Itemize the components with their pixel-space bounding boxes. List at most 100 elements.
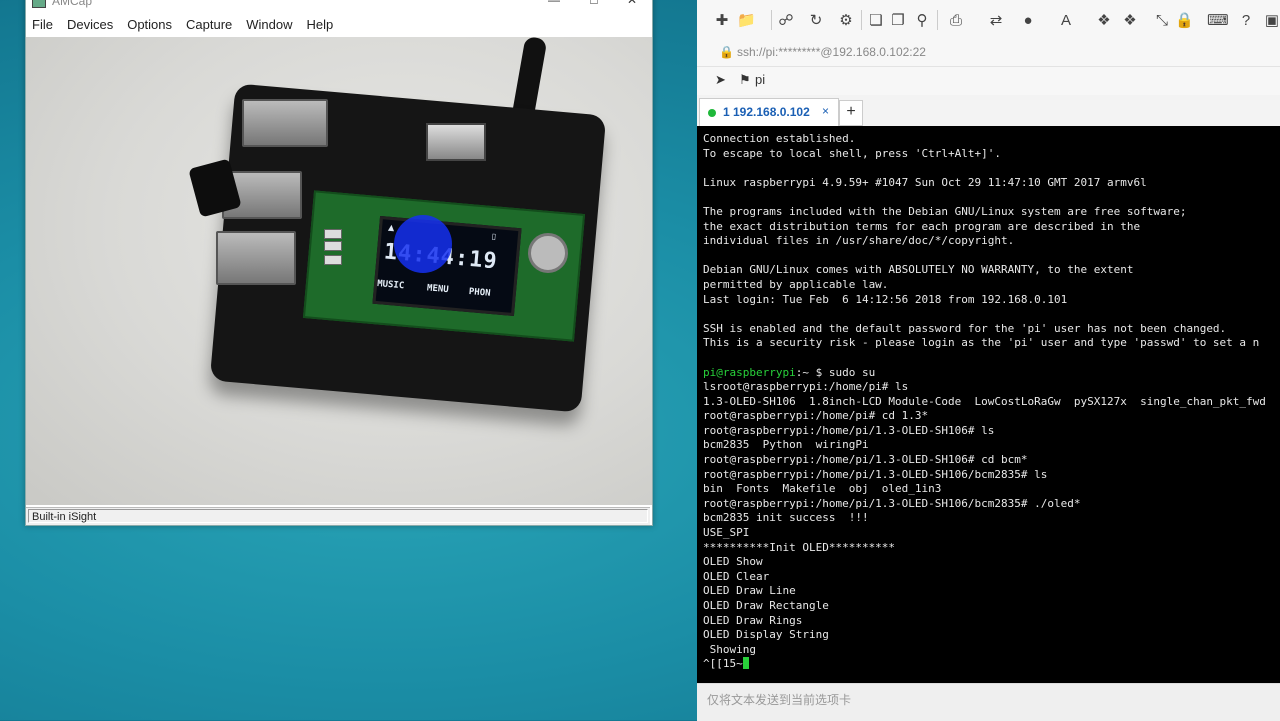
address-text: ssh://pi:*********@192.168.0.102:22 [737, 45, 926, 59]
close-icon[interactable]: ✕ [612, 0, 652, 9]
terminal-line: 1.3-OLED-SH106 1.8inch-LCD Module-Code L… [703, 394, 1266, 408]
tab-close-icon[interactable]: × [822, 104, 829, 118]
terminal-line: root@raspberrypi:/home/pi/1.3-OLED-SH106… [703, 496, 1081, 510]
compose-icon[interactable]: ❖ [1121, 12, 1139, 30]
lock-icon[interactable]: 🔒 [1175, 12, 1194, 30]
toolbar-separator [771, 10, 772, 30]
session-link[interactable]: pi [755, 72, 765, 87]
oled-menu-menu: MENU [426, 283, 450, 296]
terminal-cursor [742, 657, 749, 670]
paste-icon[interactable]: ❐ [889, 12, 907, 30]
menu-help[interactable]: Help [300, 14, 341, 32]
terminal-line: Linux raspberrypi 4.9.59+ #1047 Sun Oct … [703, 175, 1147, 189]
terminal-line: root@raspberrypi:/home/pi/1.3-OLED-SH106… [703, 453, 1028, 467]
address-bar[interactable]: 🔒 ssh://pi:*********@192.168.0.102:22 [697, 40, 1280, 67]
battery-icon: ▯ [491, 231, 497, 242]
terminal-line: To escape to local shell, press 'Ctrl+Al… [703, 146, 1002, 160]
oled-menu-phon: PHON [468, 287, 491, 299]
send-bar [697, 683, 1280, 721]
terminal-line: OLED Show [703, 555, 763, 569]
signal-icon: ▲ [387, 222, 395, 233]
new-tab-button[interactable]: + [839, 100, 863, 126]
hat-button-3 [324, 255, 342, 265]
terminal-line: individual files in /usr/share/doc/*/cop… [703, 234, 1015, 248]
help-icon[interactable]: ? [1237, 12, 1255, 30]
terminal-line: OLED Draw Rings [703, 613, 803, 627]
hat-joystick [528, 233, 568, 273]
terminal-line: root@raspberrypi:/home/pi/1.3-OLED-SH106… [703, 467, 1048, 481]
terminal-line: Last login: Tue Feb 6 14:12:56 2018 from… [703, 292, 1068, 306]
reconnect-icon[interactable]: ↻ [807, 12, 825, 30]
amcap-statusbar: Built-in iSight [26, 507, 650, 525]
keyboard-icon[interactable]: ⌨ [1207, 12, 1229, 30]
terminal-line: lsroot@raspberrypi:/home/pi# ls [703, 380, 909, 394]
terminal-line: bcm2835 init success !!! [703, 511, 869, 525]
amcap-titlebar[interactable]: AMCap — □ ✕ [26, 0, 652, 9]
terminal-line: OLED Draw Rectangle [703, 599, 829, 612]
menu-capture[interactable]: Capture [179, 14, 239, 32]
send-icon[interactable]: ➤ [715, 72, 726, 88]
terminal-line: ^[[15~ [703, 657, 743, 671]
send-text-input[interactable] [705, 690, 1269, 710]
copy-icon[interactable]: ❏ [867, 12, 885, 30]
camera-preview: ▲ ▯ 14:44:19 MUSIC MENU PHON [26, 37, 652, 505]
terminal-line: This is a security risk - please login a… [703, 336, 1260, 350]
tab-label: 1 192.168.0.102 [723, 105, 810, 119]
terminal-line: Debian GNU/Linux comes with ABSOLUTELY N… [703, 263, 1134, 277]
hdmi-port [426, 123, 486, 161]
terminal-line: the exact distribution terms for each pr… [703, 219, 1141, 233]
menu-file[interactable]: File [26, 14, 60, 32]
terminal-line: OLED Clear [703, 569, 770, 583]
amcap-window: AMCap — □ ✕ File Devices Options Capture Win… [25, 0, 653, 526]
menu-devices[interactable]: Devices [60, 14, 120, 32]
window-title: AMCap [52, 0, 93, 8]
terminal-line: Connection established. [703, 132, 856, 145]
oled-menu-music: MUSIC [376, 279, 405, 292]
menu-window[interactable]: Window [239, 14, 299, 32]
terminal-line: OLED Draw Line [703, 584, 796, 598]
terminal-line: permitted by applicable law. [703, 277, 889, 291]
properties-icon[interactable]: ⚙ [837, 12, 855, 30]
tab-session-1[interactable]: 1 192.168.0.102 × [699, 98, 839, 127]
terminal-line: The programs included with the Debian GN… [703, 204, 1187, 218]
terminal-toolbar: ✚ 📁 ☍ ↻ ⚙ ❏ ❐ ⚲ ⎙ ⇄ ● A ❖ ❖ ⤡ 🔒 ⌨ ? ▣ [697, 0, 1280, 41]
device-name: Built-in iSight [28, 509, 648, 523]
toolbar-separator [861, 10, 862, 30]
link-icon[interactable]: ☍ [777, 12, 795, 30]
new-session-icon[interactable]: ✚ [713, 12, 731, 30]
cursor-highlight [394, 215, 452, 273]
lock-icon: 🔒 [719, 45, 734, 59]
terminal-screen[interactable]: Connection established. To escape to loc… [697, 126, 1280, 683]
maximize-icon[interactable]: □ [574, 0, 614, 9]
terminal-line: root@raspberrypi:/home/pi/1.3-OLED-SH106… [703, 423, 995, 437]
app-icon [32, 0, 46, 8]
ssh-terminal-window: ✚ 📁 ☍ ↻ ⚙ ❏ ❐ ⚲ ⎙ ⇄ ● A ❖ ❖ ⤡ 🔒 ⌨ ? ▣ 🔒 … [697, 0, 1280, 721]
minimize-icon[interactable]: — [534, 0, 574, 9]
usb-port-bottom [216, 231, 296, 285]
tab-bar: 1 192.168.0.102 × + [697, 96, 1280, 127]
amcap-menubar: File Devices Options Capture Window Help [26, 14, 652, 36]
terminal-line: OLED Display String [703, 628, 829, 642]
terminal-line: root@raspberrypi:/home/pi# cd 1.3* [703, 409, 929, 423]
fullscreen-icon[interactable]: ⤡ [1153, 12, 1171, 30]
ethernet-port [242, 99, 328, 147]
print-icon[interactable]: ⎙ [947, 12, 965, 30]
hat-button-1 [324, 229, 342, 239]
menu-options[interactable]: Options [120, 14, 179, 32]
prompt-user: pi@raspberrypi [703, 365, 796, 379]
terminal-line: **********Init OLED********** [703, 540, 896, 554]
terminal-line: SSH is enabled and the default password … [703, 321, 1227, 335]
terminal-line: Showing [703, 642, 756, 656]
chat-icon[interactable]: ▣ [1263, 12, 1280, 30]
script-icon[interactable]: ❖ [1095, 12, 1113, 30]
terminal-output: Connection established. To escape to loc… [703, 132, 1266, 672]
bookmark-icon[interactable]: ⚑ [739, 72, 751, 88]
transfer-icon[interactable]: ⇄ [987, 12, 1005, 30]
terminal-line: USE_SPI [703, 526, 750, 540]
toolbar-separator [937, 10, 938, 30]
open-folder-icon[interactable]: 📁 [737, 12, 756, 30]
globe-icon[interactable]: ● [1019, 12, 1037, 30]
quick-bar: ➤ ⚑ pi [697, 67, 1280, 95]
font-icon[interactable]: A [1057, 12, 1075, 30]
find-icon[interactable]: ⚲ [913, 12, 931, 30]
